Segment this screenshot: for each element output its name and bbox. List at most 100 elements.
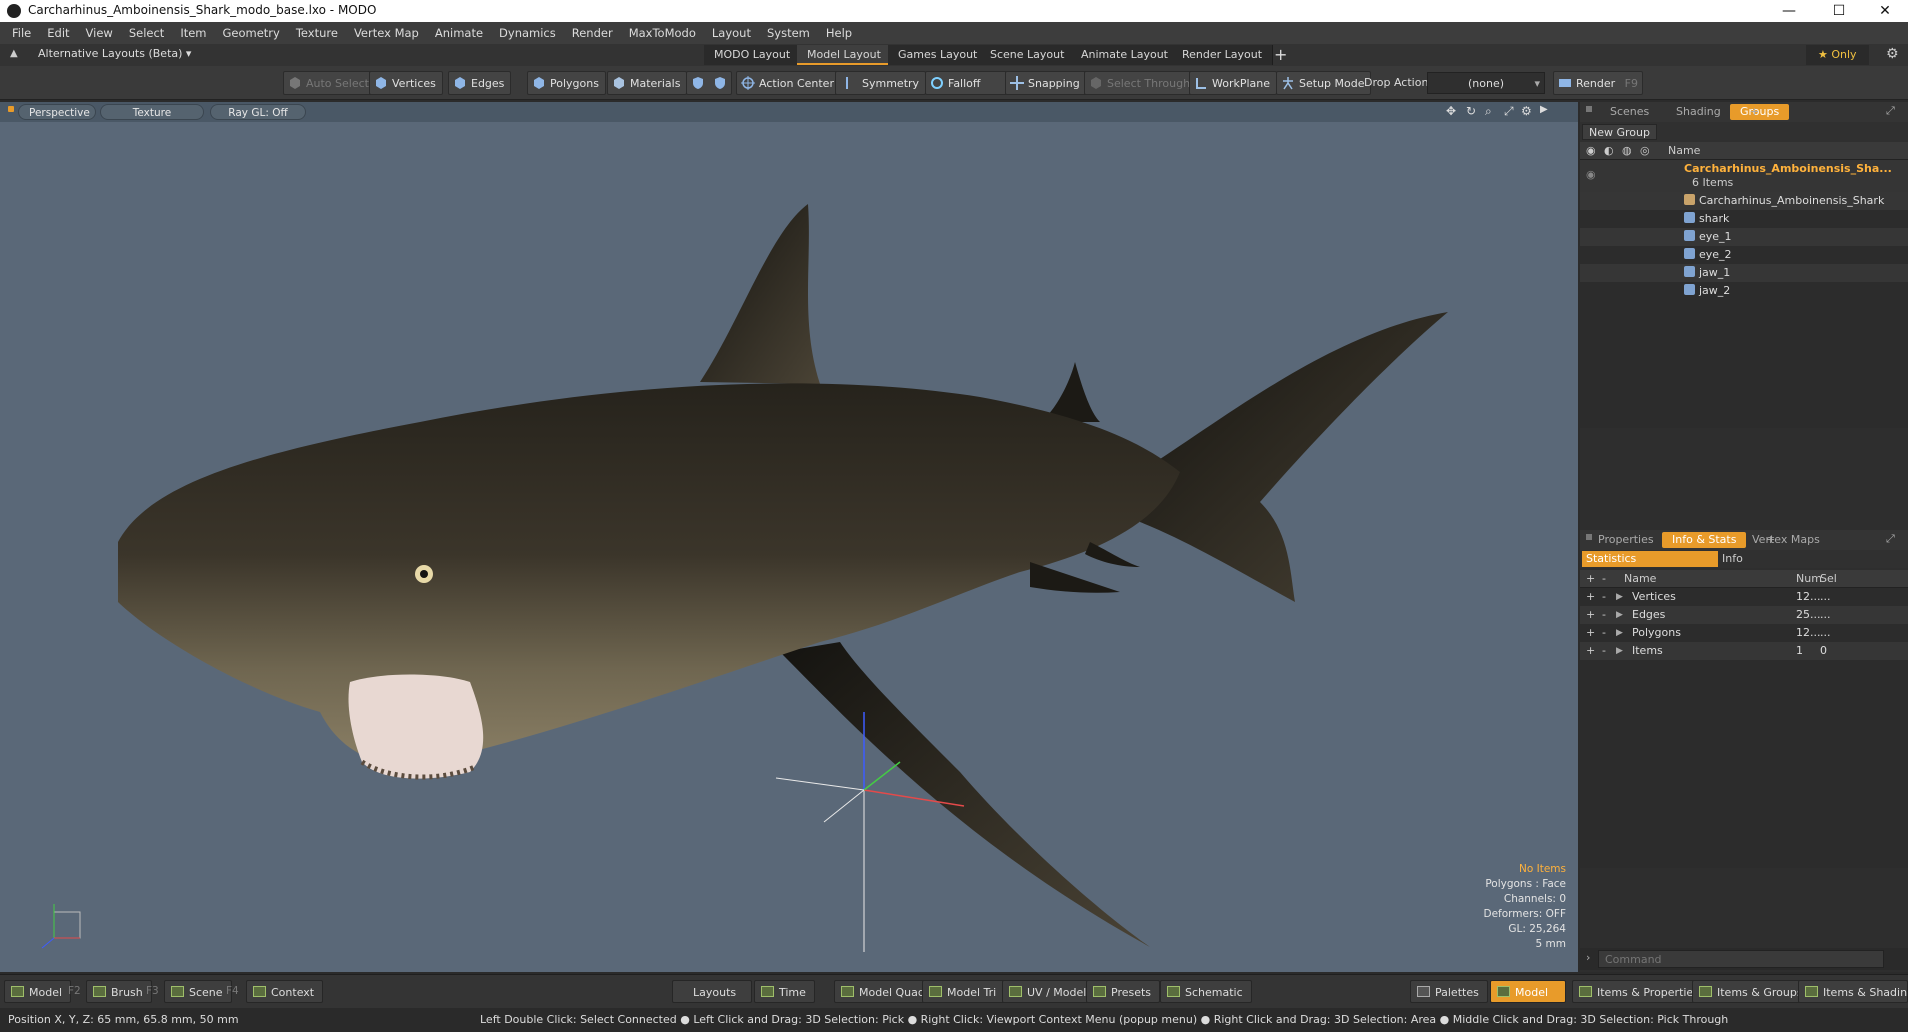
groups-list[interactable]: ◉ Carcharhinus_Amboinensis_Sha... 6 Item… — [1580, 160, 1908, 428]
menu-system[interactable]: System — [759, 22, 818, 44]
table-row[interactable]: + - ▶ Items 1 0 — [1580, 642, 1908, 660]
expand-arrow-icon[interactable]: ▶ — [1616, 606, 1623, 624]
rotate-icon[interactable]: ↻ — [1466, 104, 1476, 118]
list-item[interactable]: jaw_2 — [1580, 282, 1908, 300]
list-item[interactable]: Carcharhinus_Amboinensis_Shark — [1580, 192, 1908, 210]
command-input[interactable] — [1598, 950, 1884, 968]
snapping-button[interactable]: Snapping — [1005, 71, 1087, 95]
add-tab-button[interactable]: + — [1750, 105, 1759, 118]
schematic-button[interactable]: Schematic — [1160, 980, 1252, 1003]
table-row[interactable]: + - ▶ Edges 25... ... — [1580, 606, 1908, 624]
ray-gl-button[interactable]: Ray GL: Off — [210, 104, 306, 120]
model-quad-button[interactable]: Model Quad — [834, 980, 934, 1003]
tab-modo-layout[interactable]: MODO Layout — [704, 45, 802, 65]
menu-animate[interactable]: Animate — [427, 22, 491, 44]
list-item[interactable]: eye_2 — [1580, 246, 1908, 264]
symmetry-button[interactable]: Symmetry — [835, 71, 927, 95]
drop-action-select[interactable]: (none) ▾ — [1427, 72, 1545, 94]
model-tri-button[interactable]: Model Tri — [922, 980, 1006, 1003]
new-group-button[interactable]: New Group — [1582, 124, 1657, 140]
viewport-3d[interactable]: Perspective Texture Ray GL: Off ✥ ↻ ⌕ ⤢ … — [0, 102, 1578, 972]
viewport-settings-icon[interactable]: ⚙ — [1521, 104, 1532, 118]
gear-icon[interactable]: ⚙ — [1886, 46, 1899, 62]
workplane-button[interactable]: WorkPlane — [1189, 71, 1278, 95]
vertices-button[interactable]: Vertices — [369, 71, 443, 95]
menu-help[interactable]: Help — [818, 22, 860, 44]
menu-view[interactable]: View — [78, 22, 121, 44]
statistics-tab[interactable]: Statistics — [1582, 551, 1718, 567]
uv-model-button[interactable]: UV / Model — [1002, 980, 1096, 1003]
auto-select-button[interactable]: Auto Select — [283, 71, 376, 95]
panel-expand-icon[interactable]: ⤢ — [1886, 532, 1895, 546]
tab-animate-layout[interactable]: Animate Layout — [1071, 45, 1179, 65]
perspective-button[interactable]: Perspective — [18, 104, 96, 120]
items-properties-button[interactable]: Items & Properties — [1572, 980, 1708, 1003]
select-through-button[interactable]: Select Through — [1084, 71, 1198, 95]
texture-button[interactable]: Texture — [100, 104, 204, 120]
menu-maxtomodo[interactable]: MaxToModo — [621, 22, 704, 44]
edges-button[interactable]: Edges — [448, 71, 512, 95]
add-layout-button[interactable]: + — [1274, 45, 1287, 64]
close-button[interactable]: ✕ — [1862, 0, 1908, 22]
tab-info-stats[interactable]: Info & Stats — [1662, 532, 1747, 548]
materials-button[interactable]: Materials — [607, 71, 688, 95]
tab-groups[interactable]: Groups — [1730, 104, 1790, 120]
falloff-button[interactable]: Falloff — [925, 71, 1007, 95]
expand-arrow-icon[interactable]: ▶ — [1616, 642, 1623, 660]
list-item[interactable]: eye_1 — [1580, 228, 1908, 246]
collapse-up-icon[interactable]: ▲ — [10, 48, 20, 60]
context-tab-button[interactable]: Context — [246, 980, 324, 1003]
alternative-layouts-dropdown[interactable]: Alternative Layouts (Beta) ▾ — [38, 47, 191, 60]
model-layout-active-button[interactable]: Model — [1490, 980, 1566, 1003]
expand-arrow-icon[interactable]: ▶ — [1616, 588, 1623, 606]
list-item[interactable]: shark — [1580, 210, 1908, 228]
tab-scenes[interactable]: Scenes — [1600, 104, 1659, 120]
tab-render-layout[interactable]: Render Layout — [1172, 45, 1274, 65]
menu-file[interactable]: File — [4, 22, 39, 44]
group-visibility-icon[interactable]: ◉ — [1586, 166, 1596, 184]
shark-model[interactable] — [0, 122, 1578, 972]
panel-options-icon[interactable] — [1586, 106, 1592, 112]
render-button[interactable]: Render F9 — [1553, 71, 1643, 95]
tab-vertex-maps[interactable]: Vertex Maps — [1742, 532, 1830, 548]
menu-geometry[interactable]: Geometry — [215, 22, 288, 44]
only-button[interactable]: ★ Only — [1806, 45, 1869, 65]
tab-shading[interactable]: Shading — [1666, 104, 1731, 120]
zoom-icon[interactable]: ⌕ — [1485, 104, 1492, 119]
expand-right-icon[interactable]: ▶ — [1540, 104, 1548, 115]
expand-all-icon[interactable]: + — [1586, 572, 1595, 585]
items-groups-button[interactable]: Items & Groups — [1692, 980, 1812, 1003]
symmetry-shield-button[interactable] — [686, 71, 732, 95]
items-shading-button[interactable]: Items & Shading — [1798, 980, 1908, 1003]
maximize-viewport-icon[interactable]: ⤢ — [1504, 104, 1514, 119]
table-row[interactable]: + - ▶ Polygons 12... ... — [1580, 624, 1908, 642]
tab-properties[interactable]: Properties — [1588, 532, 1664, 548]
menu-select[interactable]: Select — [121, 22, 172, 44]
viewport-options-icon[interactable] — [8, 106, 14, 112]
tab-model-layout[interactable]: Model Layout — [797, 45, 892, 65]
table-row[interactable]: + - ▶ Vertices 12... ... — [1580, 588, 1908, 606]
time-button[interactable]: Time — [754, 980, 815, 1003]
list-item[interactable]: jaw_1 — [1580, 264, 1908, 282]
tab-games-layout[interactable]: Games Layout — [888, 45, 989, 65]
menu-edit[interactable]: Edit — [39, 22, 77, 44]
panel-expand-icon[interactable]: ⤢ — [1886, 104, 1895, 118]
model-tab-button[interactable]: Model — [4, 980, 72, 1003]
menu-layout[interactable]: Layout — [704, 22, 759, 44]
pan-icon[interactable]: ✥ — [1446, 104, 1456, 118]
info-tab[interactable]: Info — [1722, 551, 1743, 567]
menu-dynamics[interactable]: Dynamics — [491, 22, 564, 44]
minimize-button[interactable]: — — [1766, 0, 1812, 22]
maximize-button[interactable]: ☐ — [1816, 0, 1862, 22]
menu-vertex-map[interactable]: Vertex Map — [346, 22, 427, 44]
collapse-all-icon[interactable]: - — [1602, 572, 1606, 585]
polygons-button[interactable]: Polygons — [527, 71, 606, 95]
group-row[interactable]: ◉ Carcharhinus_Amboinensis_Sha... 6 Item… — [1580, 160, 1908, 192]
expand-arrow-icon[interactable]: ▶ — [1616, 624, 1623, 642]
presets-button[interactable]: Presets — [1086, 980, 1161, 1003]
palettes-button[interactable]: Palettes — [1410, 980, 1488, 1003]
action-center-button[interactable]: Action Center — [736, 71, 841, 95]
add-tab-button[interactable]: + — [1766, 533, 1775, 546]
menu-render[interactable]: Render — [564, 22, 621, 44]
setup-mode-button[interactable]: Setup Mode — [1276, 71, 1372, 95]
